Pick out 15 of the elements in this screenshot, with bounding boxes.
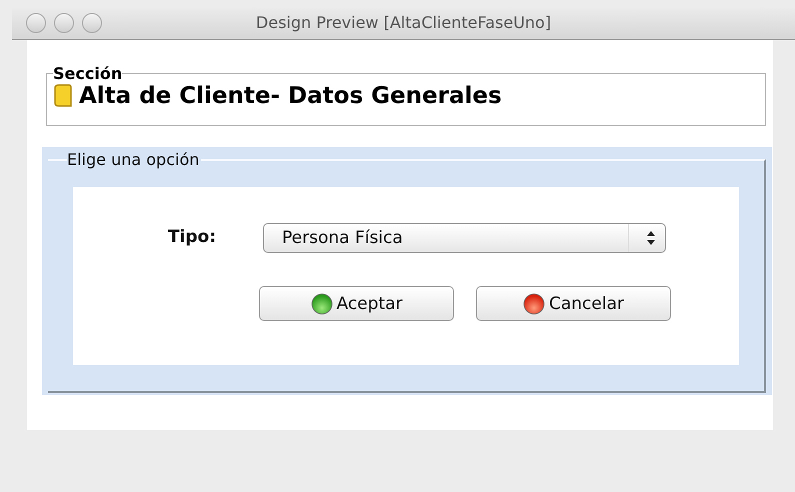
type-label: Tipo:	[168, 227, 216, 249]
window-title: Design Preview [AltaClienteFaseUno]	[256, 13, 552, 32]
type-select[interactable]: Persona Física	[263, 223, 666, 253]
dot-icon	[523, 292, 545, 314]
zoom-button[interactable]	[82, 12, 102, 32]
accept-button[interactable]: Aceptar	[259, 286, 454, 321]
minimize-button[interactable]	[54, 12, 74, 32]
stepper-arrows-icon	[647, 231, 655, 245]
section-legend: Sección	[53, 64, 122, 83]
note-icon	[53, 84, 73, 108]
close-button[interactable]	[26, 12, 46, 32]
options-legend: Elige una opción	[67, 150, 202, 169]
dot-icon	[310, 292, 332, 314]
cancel-button[interactable]: Cancelar	[476, 286, 671, 321]
section-heading: Alta de Cliente- Datos Generales	[79, 83, 502, 109]
